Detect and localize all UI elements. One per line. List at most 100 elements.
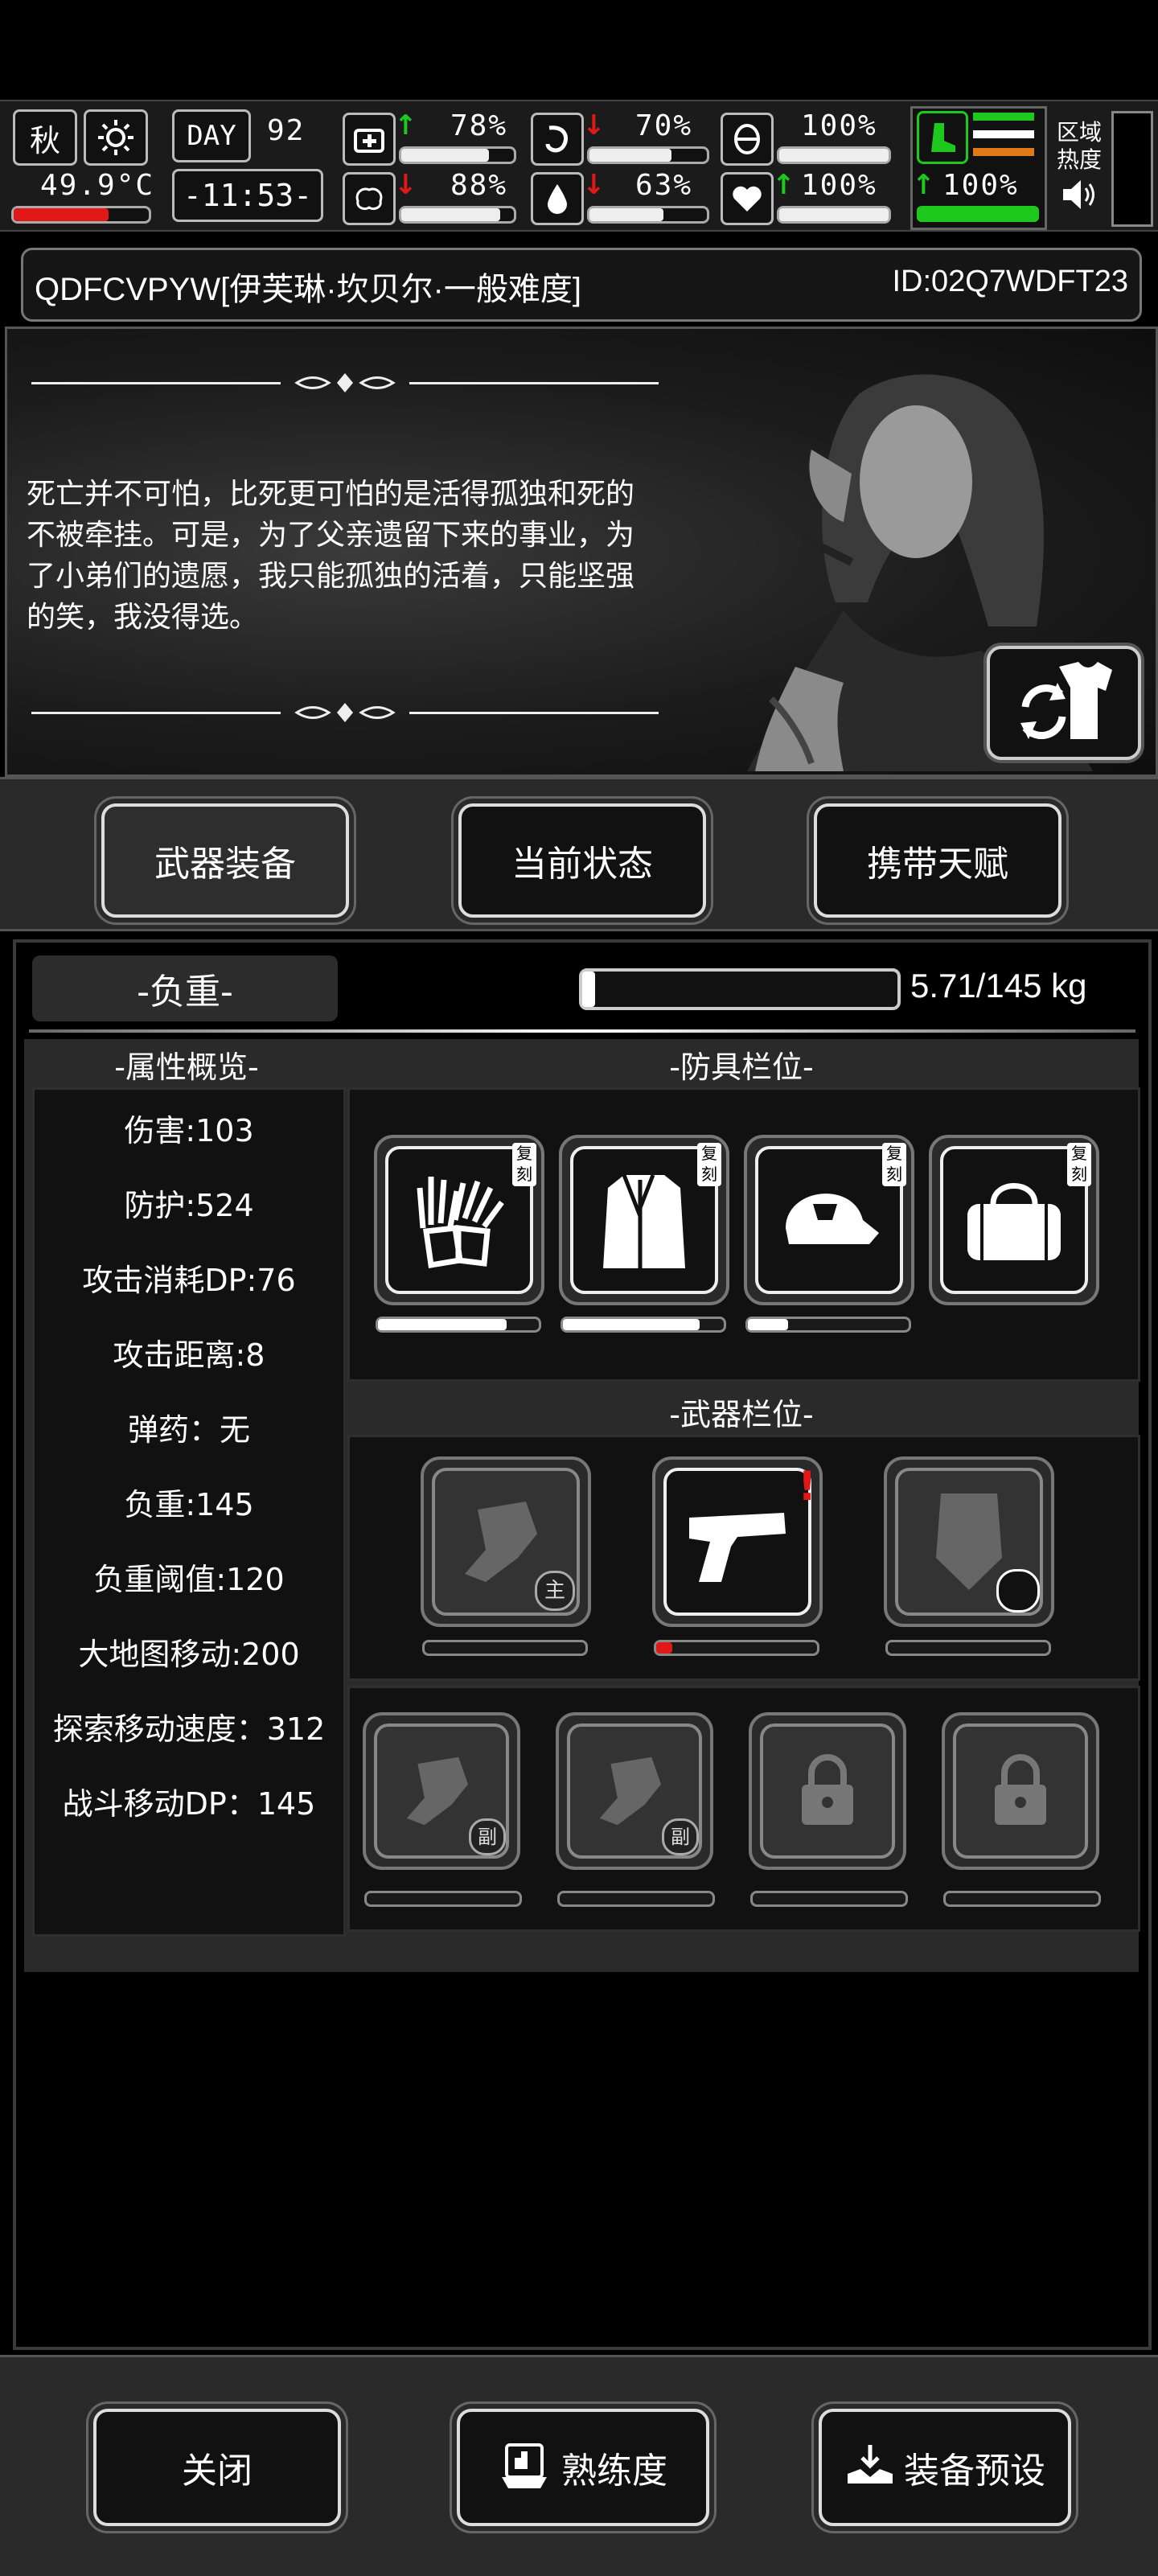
zone-heat-label-line1: 区域 bbox=[1057, 119, 1103, 146]
armor-slot-gloves-frame bbox=[385, 1146, 533, 1294]
water-drop-icon bbox=[531, 172, 584, 225]
attributes-title: -属性概览- bbox=[114, 1050, 259, 1085]
secondary-slot-locked-1[interactable] bbox=[749, 1712, 906, 1870]
locked-1-durability bbox=[750, 1891, 908, 1907]
day-number: 92 bbox=[267, 114, 306, 147]
stomach-icon bbox=[531, 113, 584, 166]
gloves-durability bbox=[376, 1317, 541, 1333]
secondary-slot-1[interactable]: 副 bbox=[363, 1712, 520, 1870]
stat-explore-speed: 探索移动速度：312 bbox=[52, 1711, 326, 1747]
armor-slot-cap[interactable]: 复刻 bbox=[744, 1135, 914, 1305]
brain-icon bbox=[343, 172, 396, 225]
clock: -11:53- bbox=[172, 169, 323, 222]
medkit-icon bbox=[343, 113, 396, 166]
secondary-slot-2[interactable]: 副 bbox=[556, 1712, 713, 1870]
armor-title: -防具栏位- bbox=[669, 1050, 814, 1085]
clock-text: -11:53- bbox=[183, 178, 313, 213]
weapon-slot-pistol[interactable]: ! bbox=[652, 1456, 823, 1627]
stat-map-movement: 大地图移动:200 bbox=[78, 1637, 300, 1672]
secondary-slot-locked-2[interactable] bbox=[942, 1712, 1099, 1870]
health-trend-icon: ↑ bbox=[394, 109, 417, 142]
main-weapon-durability bbox=[422, 1640, 588, 1656]
weapons-title: -武器栏位- bbox=[669, 1397, 814, 1432]
replica-tag: 复刻 bbox=[697, 1143, 721, 1186]
armor-slot-coat-frame bbox=[570, 1146, 718, 1294]
weapon-slot-shield[interactable] bbox=[884, 1456, 1054, 1627]
stat-weight-threshold: 负重阈值:120 bbox=[93, 1562, 285, 1597]
attributes-box: 伤害:103 防护:524 攻击消耗DP:76 攻击距离:8 弹药：无 负重:1… bbox=[32, 1087, 346, 1937]
weight-bar-fill bbox=[582, 972, 595, 1007]
ornament-divider-bottom bbox=[31, 700, 659, 725]
stat-attack-range: 攻击距离:8 bbox=[113, 1337, 265, 1373]
replica-tag: 复刻 bbox=[882, 1143, 906, 1186]
player-id: ID:02Q7WDFT23 bbox=[892, 265, 1128, 298]
replica-tag: 复刻 bbox=[512, 1143, 536, 1186]
secondary-slot-locked-2-frame bbox=[953, 1723, 1088, 1859]
movement-indicator-green bbox=[973, 113, 1034, 121]
zone-heat-label: 区域 热度 bbox=[1057, 119, 1102, 174]
pistol-warning-badge: ! bbox=[798, 1463, 816, 1510]
day-label: DAY bbox=[172, 109, 251, 162]
armor-slot-bag-frame bbox=[940, 1146, 1088, 1294]
brain-bar bbox=[399, 206, 516, 224]
tab-weapon-equipment[interactable]: 武器装备 bbox=[101, 803, 349, 918]
stat-damage: 伤害:103 bbox=[124, 1113, 254, 1148]
change-outfit-button[interactable] bbox=[987, 646, 1141, 760]
stat-combat-dp: 战斗移动DP：145 bbox=[62, 1786, 316, 1822]
secondary-slot-locked-1-frame bbox=[760, 1723, 895, 1859]
health-bar bbox=[399, 146, 516, 164]
movement-indicator-orange bbox=[973, 148, 1034, 156]
weight-value: 5.71/145 kg bbox=[910, 967, 1087, 1005]
armor-slots: 复刻 复刻 复刻 复刻 bbox=[347, 1087, 1140, 1382]
tab-current-status[interactable]: 当前状态 bbox=[458, 803, 706, 918]
secondary-2-durability bbox=[557, 1891, 715, 1907]
proficiency-label: 熟练度 bbox=[561, 2451, 667, 2492]
replica-tag: 复刻 bbox=[1067, 1143, 1091, 1186]
tab-talents[interactable]: 携带天赋 bbox=[814, 803, 1062, 918]
zone-heat-meter bbox=[1111, 111, 1153, 227]
season-label: 秋 bbox=[29, 122, 60, 158]
duffel-bag-icon bbox=[967, 1183, 1061, 1260]
weapon-slot-main[interactable]: 主 bbox=[421, 1456, 591, 1627]
ornament-divider-top bbox=[31, 371, 659, 395]
armor-slot-bag[interactable]: 复刻 bbox=[929, 1135, 1099, 1305]
cap-durability bbox=[745, 1317, 911, 1333]
header-divider bbox=[29, 1029, 1135, 1033]
coat-durability bbox=[561, 1317, 726, 1333]
weight-label: -负重- bbox=[32, 955, 338, 1021]
character-quote: 死亡并不可怕，比死更可怕的是活得孤独和死的不被牵挂。可是，为了父亲遗留下来的事业… bbox=[27, 478, 635, 634]
change-outfit-icon bbox=[1020, 662, 1112, 739]
armor-slot-gloves[interactable]: 复刻 bbox=[374, 1135, 544, 1305]
shield-durability bbox=[885, 1640, 1051, 1656]
stamina-value: 100% bbox=[801, 109, 877, 142]
heart-trend-icon: ↑ bbox=[772, 169, 795, 201]
secondary-weapon-slots: 副 副 bbox=[347, 1686, 1140, 1932]
close-button[interactable]: 关闭 bbox=[93, 2409, 341, 2526]
heart-icon bbox=[721, 172, 774, 225]
stat-ammo: 弹药：无 bbox=[127, 1412, 250, 1448]
proficiency-button[interactable]: 熟练度 bbox=[457, 2409, 709, 2526]
main-badge: 主 bbox=[535, 1571, 575, 1611]
speaker-icon[interactable] bbox=[1060, 177, 1098, 216]
proficiency-icon bbox=[502, 2443, 547, 2488]
heart-bar bbox=[777, 206, 891, 224]
season-badge: 秋 bbox=[13, 109, 77, 166]
armor-slot-coat[interactable]: 复刻 bbox=[559, 1135, 729, 1305]
secondary-1-durability bbox=[364, 1891, 522, 1907]
water-bar bbox=[587, 206, 709, 224]
stomach-bar bbox=[587, 146, 709, 164]
pistol-icon bbox=[689, 1513, 786, 1582]
water-trend-icon: ↓ bbox=[582, 169, 606, 201]
day-text: DAY bbox=[187, 120, 236, 152]
preset-icon bbox=[848, 2445, 893, 2484]
stamina-bar bbox=[777, 146, 891, 164]
weapon-slots: 主 ! bbox=[347, 1435, 1140, 1681]
stat-attack-dp: 攻击消耗DP:76 bbox=[82, 1263, 296, 1298]
equipment-panel: -负重- 5.71/145 kg -属性概览- 伤害:103 防护:524 攻击… bbox=[13, 939, 1152, 2350]
foot-value: 100% bbox=[942, 169, 1019, 202]
movement-indicator-white bbox=[973, 130, 1034, 138]
stat-defense: 防护:524 bbox=[124, 1188, 254, 1223]
player-name: QDFCVPYW[伊芙琳·坎贝尔·一般难度] bbox=[35, 272, 581, 307]
coat-icon bbox=[603, 1174, 685, 1268]
equipment-preset-button[interactable]: 装备预设 bbox=[819, 2409, 1071, 2526]
